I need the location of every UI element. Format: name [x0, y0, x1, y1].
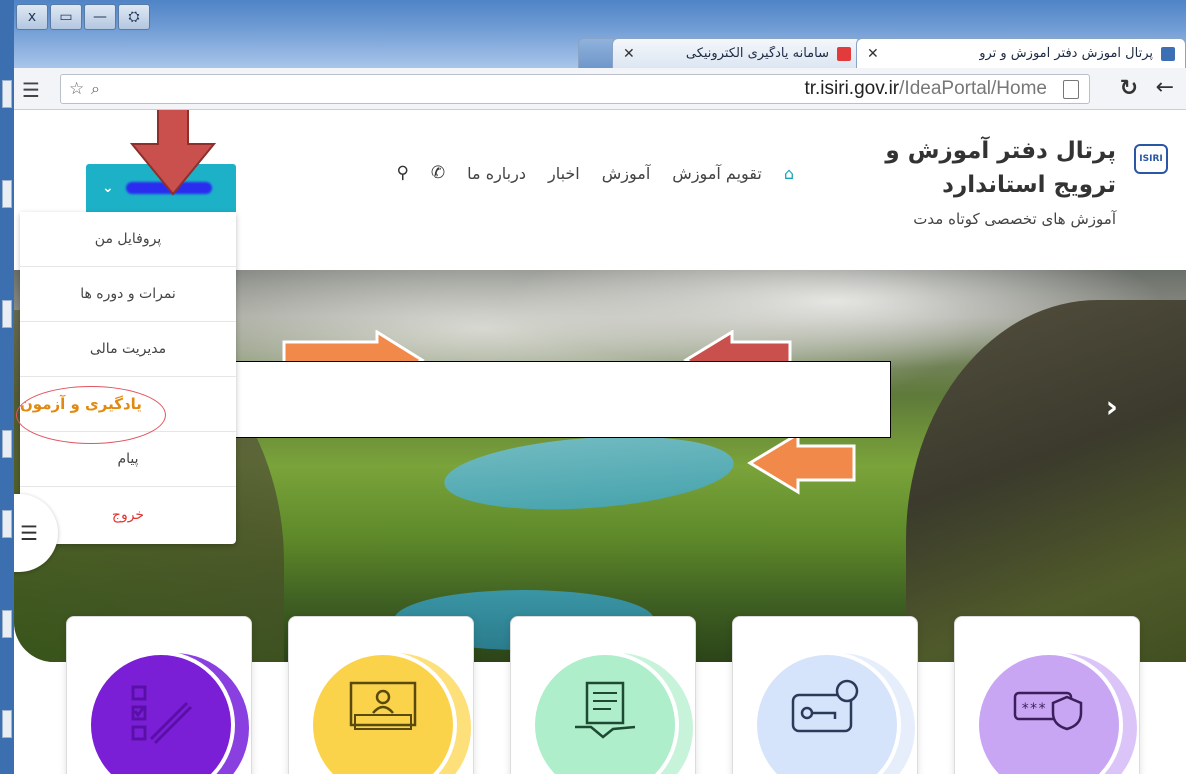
site-title: پرتال دفتر آموزش و ترویج استاندارد: [885, 138, 1116, 198]
phone-icon[interactable]: ✆: [431, 163, 445, 183]
isiri-logo-icon[interactable]: ISIRI: [1134, 144, 1168, 174]
key-lock-icon: [791, 679, 859, 733]
address-toolbar: ☰ ☆ ⌕ tr.isiri.gov.ir/IdeaPortal/Home ↻ …: [14, 68, 1186, 110]
annotation-ellipse: [16, 386, 166, 444]
close-tab-icon[interactable]: ✕: [623, 46, 635, 62]
nav-item-news[interactable]: اخبار: [548, 164, 580, 183]
hero-image-lake: [441, 427, 737, 519]
tab-elearning[interactable]: سامانه یادگیری الکترونیکی ✕: [612, 38, 862, 68]
reload-icon[interactable]: ↻: [1120, 76, 1138, 101]
slider-next-arrow-icon[interactable]: ›: [1106, 390, 1118, 425]
contract-handshake-icon: [575, 681, 636, 739]
url-path: /IdeaPortal/Home: [899, 78, 1047, 99]
page-favicon-icon: [1161, 46, 1175, 61]
zoom-icon[interactable]: ⌕: [91, 79, 100, 99]
home-icon[interactable]: ⌂: [784, 164, 794, 183]
service-card[interactable]: [732, 616, 918, 774]
taskbar-item[interactable]: [2, 300, 12, 328]
hamburger-menu-icon[interactable]: ☰: [22, 78, 40, 102]
tab-label: پرتال آموزش دفتر آموزش و ترو: [979, 46, 1153, 61]
url-text: tr.isiri.gov.ir/IdeaPortal/Home: [804, 78, 1047, 100]
taskbar-item[interactable]: [2, 710, 12, 738]
tab-portal[interactable]: پرتال آموزش دفتر آموزش و ترو ✕: [856, 38, 1186, 68]
service-cards: ***: [66, 616, 1146, 774]
window-controls: x ▭ — ⛭: [16, 4, 150, 30]
service-card[interactable]: [288, 616, 474, 774]
taskbar-item[interactable]: [2, 610, 12, 638]
tab-strip: پرتال آموزش دفتر آموزش و ترو ✕ سامانه یا…: [578, 36, 1186, 68]
browser-titlebar: x ▭ — ⛭ پرتال آموزش دفتر آموزش و ترو ✕ س…: [14, 0, 1186, 68]
hero-image-ridge: [906, 300, 1186, 662]
site-header-brand: ISIRI پرتال دفتر آموزش و ترویج استاندارد…: [808, 134, 1168, 254]
site-subtitle: آموزش های تخصصی کوتاه مدت: [913, 210, 1116, 228]
menu-item-finance[interactable]: مدیریت مالی: [20, 322, 236, 377]
main-navigation: ⌂ تقویم آموزش آموزش اخبار درباره ما ✆ ⚲: [314, 158, 794, 188]
minimize-window-button[interactable]: —: [84, 4, 116, 30]
window-menu-button[interactable]: ⛭: [118, 4, 150, 30]
annotation-arrow-left: [747, 431, 856, 495]
url-field[interactable]: ☆ ⌕ tr.isiri.gov.ir/IdeaPortal/Home: [60, 74, 1090, 104]
site-logo-favicon-icon: [837, 46, 851, 61]
user-dropdown-menu: پروفایل من نمرات و دوره ها مدیریت مالی ی…: [20, 212, 236, 544]
desktop-taskbar-strip: [0, 0, 14, 774]
url-domain: tr.isiri.gov.ir: [804, 78, 900, 99]
tab-label: سامانه یادگیری الکترونیکی: [685, 46, 829, 61]
taskbar-item[interactable]: [2, 80, 12, 108]
back-arrow-icon[interactable]: ←: [1156, 75, 1174, 100]
service-card[interactable]: [510, 616, 696, 774]
nav-item-training[interactable]: آموزش: [602, 164, 651, 183]
taskbar-item[interactable]: [2, 430, 12, 458]
screen: x ▭ — ⛭ پرتال آموزش دفتر آموزش و ترو ✕ س…: [0, 0, 1186, 774]
service-card[interactable]: [66, 616, 252, 774]
taskbar-item[interactable]: [2, 180, 12, 208]
annotation-arrow-down: [129, 110, 217, 196]
page-info-icon[interactable]: [1063, 80, 1079, 99]
menu-item-profile[interactable]: پروفایل من: [20, 212, 236, 267]
logo-text: ISIRI: [1139, 154, 1163, 164]
service-card[interactable]: ***: [954, 616, 1140, 774]
nav-item-calendar[interactable]: تقویم آموزش: [672, 164, 762, 183]
close-window-button[interactable]: x: [16, 4, 48, 30]
password-shield-icon: ***: [1013, 691, 1083, 731]
chevron-down-icon: ⌄: [102, 180, 114, 196]
menu-item-grades-courses[interactable]: نمرات و دوره ها: [20, 267, 236, 322]
nav-item-about[interactable]: درباره ما: [467, 164, 526, 183]
svg-text:***: ***: [1021, 701, 1046, 717]
checklist-pen-icon: [131, 685, 193, 745]
maximize-window-button[interactable]: ▭: [50, 4, 82, 30]
web-page: ISIRI پرتال دفتر آموزش و ترویج استاندارد…: [14, 110, 1186, 774]
menu-item-messages[interactable]: پیام: [20, 432, 236, 487]
taskbar-item[interactable]: [2, 510, 12, 538]
close-tab-icon[interactable]: ✕: [867, 46, 879, 62]
bookmark-star-icon[interactable]: ☆: [69, 79, 84, 99]
online-class-icon: [349, 681, 417, 730]
search-icon[interactable]: ⚲: [396, 163, 408, 183]
browser-window: x ▭ — ⛭ پرتال آموزش دفتر آموزش و ترو ✕ س…: [14, 0, 1186, 774]
